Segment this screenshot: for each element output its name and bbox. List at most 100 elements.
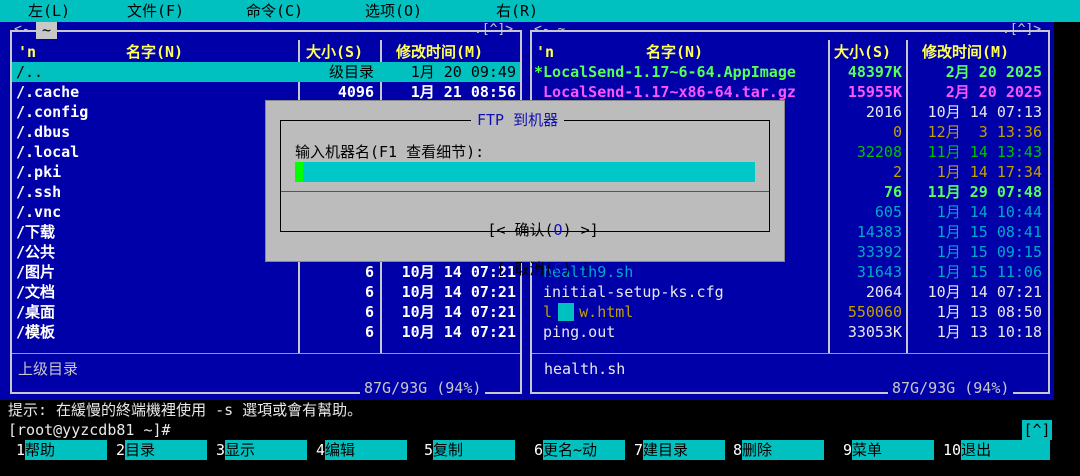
fkey-7[interactable]: 7建目录 — [634, 440, 726, 460]
file-mtime: 1月 15 09:15 — [936, 243, 1042, 261]
menu-command[interactable]: 命令(C) — [246, 1, 303, 21]
left-status-text: 上级目录 — [18, 360, 79, 378]
left-header-mtime[interactable]: 修改时间(M) — [396, 42, 483, 62]
right-file-row[interactable]: *LocalSend-1.17~6-64.AppImage 48397K 2月 20… — [532, 62, 1048, 82]
right-file-row[interactable]: l w.html 550060 1月 13 08:50 — [532, 302, 1048, 322]
file-mtime: 10月 14 07:21 — [401, 323, 516, 341]
file-name: /文档 — [16, 283, 56, 301]
file-name: /公共 — [16, 243, 56, 261]
file-size: 2 — [892, 163, 902, 181]
file-mtime: 1月 15 08:41 — [936, 223, 1042, 241]
fkey-9[interactable]: 9菜单 — [843, 440, 935, 460]
menu-file[interactable]: 文件(F) — [127, 1, 184, 21]
fkey-2[interactable]: 2目录 — [116, 440, 208, 460]
right-status-text: health.sh — [544, 360, 626, 378]
file-name: LocalSend-1.17~x86-64.tar.gz — [534, 83, 796, 101]
left-file-row[interactable]: /桌面 6 10月 14 07:21 — [12, 302, 520, 322]
file-mtime: 10月 14 07:21 — [927, 283, 1042, 301]
right-file-row[interactable]: ping.out 33053K 1月 13 10:18 — [532, 322, 1048, 342]
left-header-size[interactable]: 大小(S) — [306, 42, 363, 62]
fkey-8[interactable]: 8删除 — [733, 440, 825, 460]
left-panel-history-arrow[interactable]: <- — [14, 23, 30, 37]
fkey-label: 显示 — [225, 440, 308, 460]
dialog-buttons: [< 确认(O) >] [ 取消(C) ] — [281, 201, 769, 297]
ftp-dialog-frame: FTP 到机器 输入机器名(F1 查看细节): [< 确认(O) >] [ 取消… — [280, 111, 770, 278]
fkey-label: 编辑 — [325, 440, 408, 460]
left-status-sep — [12, 353, 520, 354]
menu-options[interactable]: 选项(O) — [365, 1, 422, 21]
fkey-number: 1 — [16, 441, 26, 459]
ftp-dialog-title: FTP 到机器 — [471, 111, 565, 129]
fkey-number: 5 — [424, 441, 434, 459]
right-header-n[interactable]: 'n — [536, 42, 554, 62]
file-name: ping.out — [534, 323, 616, 341]
menu-left[interactable]: 左(L) — [28, 1, 70, 21]
file-mtime: 11月 29 07:48 — [927, 183, 1042, 201]
hostname-label: 输入机器名(F1 查看细节): — [295, 143, 485, 161]
fkey-6[interactable]: 6更名~动 — [534, 440, 626, 460]
file-size: 6 — [364, 323, 374, 341]
right-status-sep — [532, 353, 1048, 354]
file-mtime: 10月 14 07:21 — [401, 303, 516, 321]
left-file-row[interactable]: /模板 6 10月 14 07:21 — [12, 322, 520, 342]
file-mtime: 1月 14 10:44 — [936, 203, 1042, 221]
file-name: *LocalSend-1.17~6-64.AppImage — [534, 63, 796, 81]
fkey-5[interactable]: 5复制 — [424, 440, 516, 460]
file-mtime: 1月 13 10:18 — [936, 323, 1042, 341]
right-file-row[interactable]: LocalSend-1.17~x86-64.tar.gz 15955K 2月 20 … — [532, 82, 1048, 102]
fkey-10[interactable]: 10退出 — [943, 440, 1051, 460]
right-header-size[interactable]: 大小(S) — [834, 42, 891, 62]
fkey-3[interactable]: 3显示 — [216, 440, 308, 460]
right-header-mtime[interactable]: 修改时间(M) — [922, 42, 1009, 62]
right-panel-history-arrow[interactable]: <- ~ — [534, 23, 565, 37]
fkey-label: 复制 — [433, 440, 516, 460]
file-mtime: 1月 15 11:06 — [936, 263, 1042, 281]
file-name: /.ssh — [16, 183, 62, 201]
fkey-number: 2 — [116, 441, 126, 459]
cancel-button[interactable]: [ 取消(C) ] — [496, 260, 589, 278]
file-size: 32208 — [856, 143, 902, 161]
left-header-name[interactable]: 名字(N) — [126, 42, 183, 62]
fkey-number: 7 — [634, 441, 644, 459]
file-name: /.vnc — [16, 203, 62, 221]
hint-line: 提示: 在緩慢的終端機裡使用 -s 選項或會有幫助。 — [8, 401, 363, 419]
fkey-number: 4 — [316, 441, 326, 459]
fkey-label: 退出 — [961, 440, 1051, 460]
left-header-n[interactable]: 'n — [18, 42, 36, 62]
left-panel-path[interactable]: ~ — [36, 22, 58, 39]
file-size: 2064 — [865, 283, 902, 301]
shell-prompt[interactable]: [root@yyzcdb81 ~]# — [8, 420, 171, 440]
ok-button[interactable]: [< 确认(O) >] — [487, 221, 598, 239]
left-file-row[interactable]: /.cache 4096 1月 21 08:56 — [12, 82, 520, 102]
file-mtime: 1月 21 08:56 — [410, 83, 516, 101]
fkey-number: 3 — [216, 441, 226, 459]
file-size: 2016 — [865, 103, 902, 121]
fkey-number: 9 — [843, 441, 853, 459]
file-size: 76 — [883, 183, 902, 201]
file-mtime: 2月 20 2025 — [945, 83, 1042, 101]
menu-right[interactable]: 右(R) — [496, 1, 538, 21]
fkey-label: 建目录 — [643, 440, 726, 460]
left-panel-corner-tag[interactable]: .[^]> — [474, 23, 513, 37]
fkey-label: 删除 — [742, 440, 825, 460]
fkey-label: 更名~动 — [543, 440, 626, 460]
right-header-name[interactable]: 名字(N) — [646, 42, 703, 62]
file-mtime: 1月 20 09:49 — [410, 63, 516, 81]
prompt-scroll-tag[interactable]: [^] — [1022, 420, 1052, 440]
file-size: 31643 — [856, 263, 902, 281]
fkey-1[interactable]: 1帮助 — [16, 440, 108, 460]
menu-bar: 左(L) 文件(F) 命令(C) 选项(O) 右(R) — [0, 0, 1080, 22]
file-name: /.. — [16, 63, 44, 81]
file-size: 0 — [892, 123, 902, 141]
right-panel-corner-tag[interactable]: .[^]> — [1002, 23, 1041, 37]
fkey-label: 目录 — [125, 440, 208, 460]
fkey-number: 6 — [534, 441, 544, 459]
file-size: 6 — [364, 303, 374, 321]
fkey-4[interactable]: 4编辑 — [316, 440, 408, 460]
file-mtime: 10月 14 07:13 — [927, 103, 1042, 121]
left-file-row[interactable]: /.. 级目录 1月 20 09:49 — [12, 62, 520, 82]
file-size: 48397K — [847, 63, 902, 81]
file-size: 4096 — [337, 83, 374, 101]
hostname-input[interactable] — [295, 162, 755, 182]
right-disk-usage: 87G/93G (94%) — [888, 380, 1014, 396]
